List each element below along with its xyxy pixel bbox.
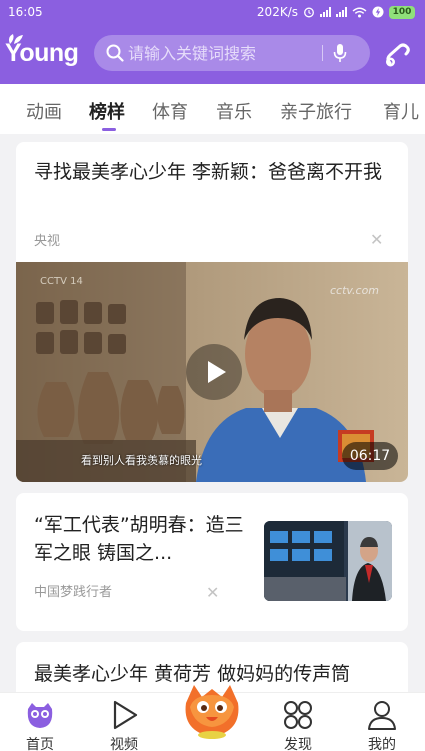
app-logo[interactable]: Young xyxy=(5,34,85,68)
nav-label: 我的 xyxy=(368,737,396,751)
card-source: 中国梦践行者 xyxy=(34,585,113,600)
nav-label: 发现 xyxy=(284,737,312,751)
search-input[interactable] xyxy=(128,35,308,71)
card-title[interactable]: 寻找最美孝心少年 李新颖：爸爸离不开我 xyxy=(34,158,394,186)
nav-home[interactable]: 首页 xyxy=(10,693,70,751)
tab-role-models[interactable]: 榜样 xyxy=(89,98,125,124)
share-link-icon[interactable] xyxy=(383,38,413,68)
home-owl-icon xyxy=(27,703,53,728)
alarm-icon xyxy=(304,7,314,18)
signal-2-icon xyxy=(336,7,347,17)
card-source: 央视 xyxy=(34,234,61,249)
active-tab-indicator xyxy=(102,128,116,131)
video-player[interactable]: CCTV 14 cctv.com 看到别人看我羡慕的眼光 06:17 xyxy=(16,262,408,482)
search-divider xyxy=(322,45,323,61)
signal-1-icon xyxy=(320,7,331,17)
card-title[interactable]: “军工代表”胡明春：造三军之眼 铸国之... xyxy=(34,511,244,567)
play-icon xyxy=(208,361,226,383)
nav-label: 视频 xyxy=(110,737,138,751)
net-speed: 202K/s xyxy=(256,5,298,19)
video-duration: 06:17 xyxy=(342,442,398,470)
status-bar: 16:05 202K/s 100 xyxy=(0,0,425,24)
feed-card-article[interactable]: “军工代表”胡明春：造三军之眼 铸国之... 中国梦践行者 ✕ xyxy=(16,493,408,631)
search-icon xyxy=(106,44,124,62)
mascot-button[interactable] xyxy=(180,681,244,745)
status-time: 16:05 xyxy=(8,5,43,19)
play-icon xyxy=(113,700,138,730)
site-watermark: cctv.com xyxy=(330,284,380,297)
channel-watermark: CCTV 14 xyxy=(40,276,83,287)
tab-parenting[interactable]: 育儿 xyxy=(383,98,419,124)
nav-video[interactable]: 视频 xyxy=(94,693,154,751)
charging-icon xyxy=(372,6,384,18)
feed-card-video[interactable]: 寻找最美孝心少年 李新颖：爸爸离不开我 央视 ✕ CCTV 14 cctv.co… xyxy=(16,142,408,482)
play-button[interactable] xyxy=(186,344,242,400)
profile-icon xyxy=(368,701,396,730)
tab-music[interactable]: 音乐 xyxy=(216,98,252,124)
dismiss-icon[interactable]: ✕ xyxy=(206,583,219,602)
bottom-navigation: 首页 视频 发现 我的 xyxy=(0,685,425,751)
video-subtitle: 看到别人看我羡慕的眼光 xyxy=(81,454,202,467)
battery-indicator: 100 xyxy=(389,5,415,19)
search-bar[interactable] xyxy=(94,35,370,71)
wifi-icon xyxy=(352,7,367,17)
nav-discover[interactable]: 发现 xyxy=(268,693,328,751)
status-indicators: 202K/s 100 xyxy=(257,5,415,19)
microphone-icon[interactable] xyxy=(332,43,348,63)
article-thumbnail[interactable] xyxy=(264,521,392,601)
thumbnail-image xyxy=(264,521,392,601)
mascot-icon xyxy=(185,685,239,739)
logo-text: Young xyxy=(5,39,79,67)
tab-sports[interactable]: 体育 xyxy=(152,98,188,124)
tab-family-travel[interactable]: 亲子旅行 xyxy=(280,98,352,124)
nav-profile[interactable]: 我的 xyxy=(352,693,412,751)
tab-animation[interactable]: 动画 xyxy=(26,98,62,124)
discover-icon xyxy=(284,701,312,729)
dismiss-icon[interactable]: ✕ xyxy=(370,230,383,249)
app-header: Young xyxy=(0,30,425,76)
nav-label: 首页 xyxy=(26,737,54,751)
category-tabs: 动画 榜样 体育 音乐 亲子旅行 育儿 xyxy=(0,84,425,134)
